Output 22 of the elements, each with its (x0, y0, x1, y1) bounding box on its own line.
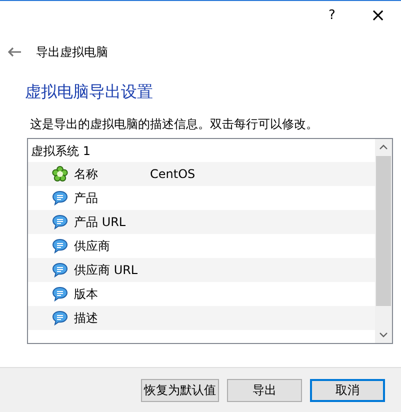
help-button[interactable]: ? (324, 6, 340, 26)
speech-bubble-icon (52, 190, 68, 206)
dialog-button[interactable]: 恢复为默认值 (141, 378, 219, 402)
tree-row[interactable]: 供应商 URL (28, 258, 375, 282)
wizard-title: 导出虚拟电脑 (36, 44, 108, 61)
dialog-button[interactable]: 导出 (227, 378, 302, 402)
tree-row[interactable]: 产品 URL (28, 210, 375, 234)
scroll-thumb[interactable] (376, 156, 391, 306)
dialog-button[interactable]: 取消 (310, 378, 385, 402)
speech-bubble-icon (52, 286, 68, 302)
tree-row[interactable]: 描述 (28, 306, 375, 330)
tree-row[interactable]: 名称 CentOS (28, 162, 375, 186)
tree-group[interactable]: 虚拟系统 1 (28, 139, 375, 162)
speech-bubble-icon (52, 310, 68, 326)
speech-bubble-icon (52, 238, 68, 254)
scrollbar[interactable] (375, 139, 392, 343)
speech-bubble-icon (52, 262, 68, 278)
close-button[interactable]: × (370, 6, 386, 24)
description-text: 这是导出的虚拟电脑的描述信息。双击每行可以修改。 (30, 116, 318, 133)
back-arrow-icon[interactable] (8, 47, 21, 57)
speech-bubble-icon (52, 214, 68, 230)
page-heading: 虚拟电脑导出设置 (25, 81, 153, 103)
